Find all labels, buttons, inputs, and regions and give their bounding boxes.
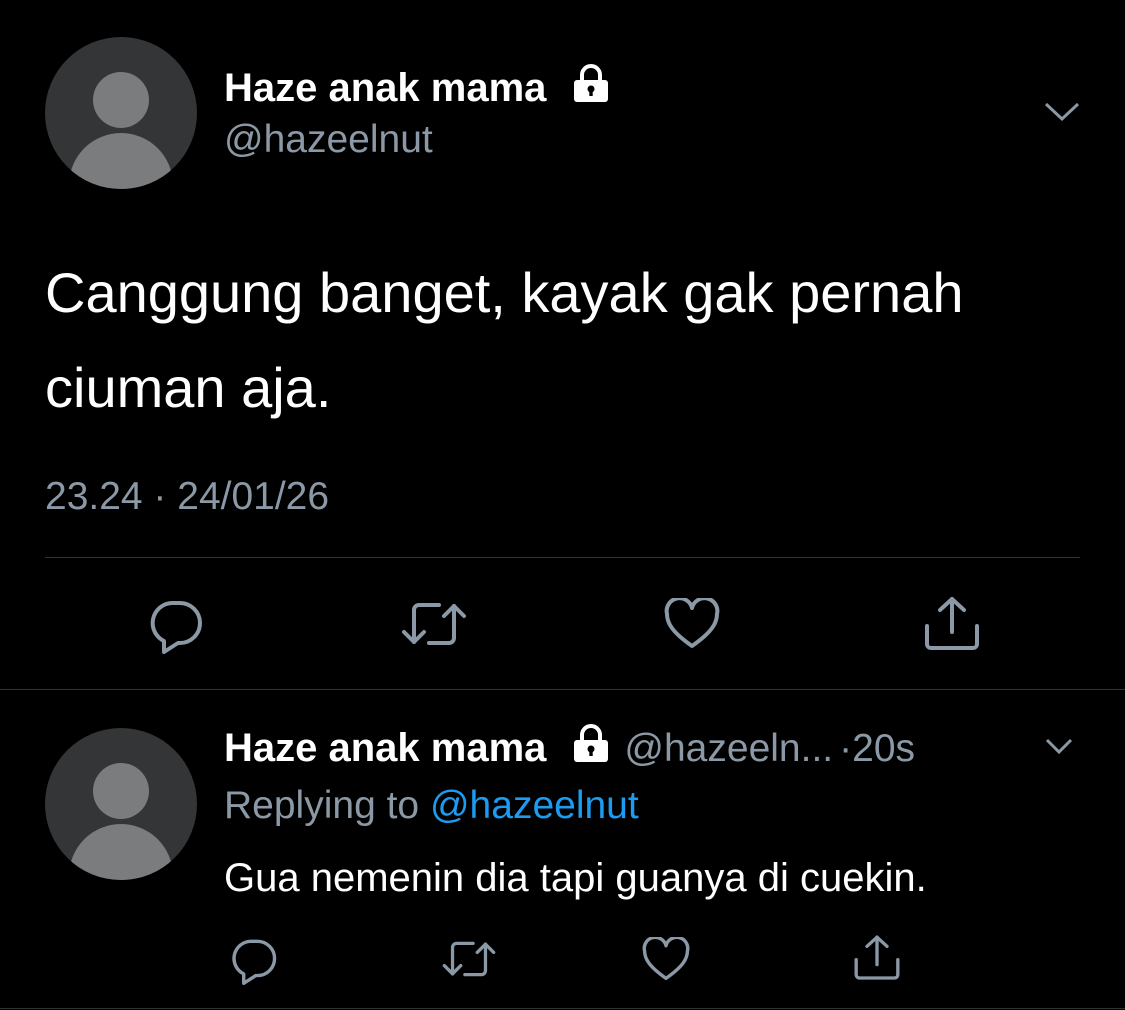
tweet-timestamp[interactable]: 23.24 · 24/01/26	[45, 475, 329, 519]
tweet-thread: Haze anak mama @hazeelnut Canggung bange…	[0, 0, 1125, 1010]
reply-header: Haze anak mama @hazeeln... ·20s	[224, 724, 915, 774]
reply-icon	[150, 601, 202, 654]
lock-icon	[570, 64, 612, 114]
retweet-icon	[402, 603, 466, 645]
like-button[interactable]	[642, 935, 690, 987]
reply-icon	[232, 939, 277, 985]
retweet-icon	[442, 941, 496, 977]
share-icon	[925, 597, 979, 650]
heart-icon	[642, 935, 690, 981]
replying-to: Replying to @hazeelnut	[224, 784, 639, 828]
author-handle[interactable]: @hazeelnut	[224, 118, 433, 162]
lock-icon	[570, 724, 612, 774]
divider	[0, 689, 1125, 690]
retweet-button[interactable]	[441, 937, 497, 986]
author-name-text[interactable]: Haze anak mama	[224, 66, 546, 110]
avatar[interactable]	[45, 728, 197, 880]
author-name[interactable]: Haze anak mama	[224, 64, 612, 114]
default-avatar-icon	[69, 72, 173, 189]
share-button[interactable]	[922, 594, 982, 659]
chevron-down-icon[interactable]	[1044, 736, 1074, 761]
share-button[interactable]	[852, 933, 902, 988]
retweet-button[interactable]	[400, 598, 468, 655]
reply-button[interactable]	[148, 598, 204, 659]
reply-author-name[interactable]: Haze anak mama	[224, 726, 546, 770]
divider	[45, 557, 1080, 558]
divider	[0, 1008, 1125, 1009]
replying-to-label: Replying to	[224, 784, 420, 827]
heart-icon	[664, 596, 720, 648]
default-avatar-icon	[69, 763, 173, 880]
avatar[interactable]	[45, 37, 197, 189]
reply-author-handle[interactable]: @hazeeln...	[624, 727, 833, 770]
chevron-down-icon[interactable]	[1043, 100, 1081, 129]
replying-to-mention[interactable]: @hazeelnut	[430, 784, 639, 827]
reply-button[interactable]	[230, 937, 278, 990]
reply-time[interactable]: 20s	[852, 727, 915, 770]
like-button[interactable]	[664, 596, 720, 655]
share-icon	[854, 935, 900, 980]
separator-dot: ·	[839, 727, 853, 770]
reply-text: Gua nemenin dia tapi guanya di cuekin.	[224, 856, 927, 900]
tweet-text: Canggung banget, kayak gak pernah ciuman…	[45, 261, 964, 420]
